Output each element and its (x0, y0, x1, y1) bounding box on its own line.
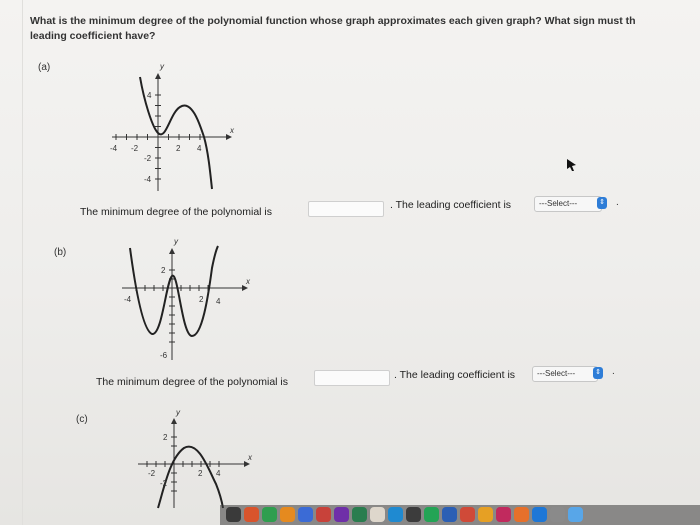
app-icon[interactable] (262, 507, 277, 522)
app-icon[interactable] (496, 507, 511, 522)
app-icon[interactable] (442, 507, 457, 522)
app-icon[interactable] (352, 507, 367, 522)
tick-label: 4 (216, 469, 221, 478)
app-icon[interactable] (388, 507, 403, 522)
app-icon[interactable] (280, 507, 295, 522)
app-icon[interactable] (334, 507, 349, 522)
app-icon[interactable] (406, 507, 421, 522)
tick-label: 2 (161, 266, 166, 275)
app-icon[interactable] (298, 507, 313, 522)
chevron-updown-icon[interactable]: ⇕ (593, 367, 603, 379)
tick-label: 4 (216, 297, 221, 306)
graph-c: y x 2 -2 2 4 -2 (128, 408, 268, 513)
worksheet: What is the minimum degree of the polyno… (0, 0, 700, 525)
app-icon[interactable] (316, 507, 331, 522)
part-a-sign-select[interactable]: ---Select--- (534, 196, 602, 212)
part-a-label: (a) (38, 62, 51, 73)
tick-label: 2 (199, 295, 204, 304)
question-line-1: What is the minimum degree of the polyno… (30, 15, 636, 27)
mouse-cursor-icon (566, 158, 578, 177)
margin-rule (22, 0, 23, 525)
dock-bar (220, 505, 700, 525)
y-axis-label: y (159, 62, 165, 71)
app-icon[interactable] (532, 507, 547, 522)
tick-label: 4 (197, 144, 202, 153)
app-icon[interactable] (424, 507, 439, 522)
x-axis-label: x (229, 126, 235, 135)
tick-label: 2 (176, 144, 181, 153)
x-axis-label: x (245, 277, 251, 286)
part-b-coef-text: . The leading coefficient is (394, 369, 516, 381)
part-b-sign-select[interactable]: ---Select--- (532, 366, 598, 382)
app-icon[interactable] (514, 507, 529, 522)
tick-label: -2 (148, 469, 156, 478)
part-b-period: . (612, 366, 615, 377)
tick-label: -6 (160, 351, 168, 360)
app-icon[interactable] (226, 507, 241, 522)
tick-label: 4 (147, 91, 152, 100)
app-icon[interactable] (460, 507, 475, 522)
tick-label: -2 (144, 154, 152, 163)
part-b-degree-input[interactable] (314, 370, 390, 386)
part-a-prompt: The minimum degree of the polynomial is (80, 206, 273, 218)
tick-label: -2 (160, 479, 168, 488)
app-icon[interactable] (568, 507, 583, 522)
part-c-label: (c) (76, 414, 88, 425)
tick-label: -4 (124, 295, 132, 304)
y-axis-label: y (173, 237, 179, 246)
app-icon[interactable] (550, 507, 565, 522)
tick-label: -4 (110, 144, 118, 153)
y-axis-label: y (175, 408, 181, 417)
tick-label: 2 (198, 469, 203, 478)
tick-label: -4 (144, 175, 152, 184)
app-icon[interactable] (370, 507, 385, 522)
graph-b: y x -4 2 4 2 -6 (108, 237, 258, 368)
app-icon[interactable] (478, 507, 493, 522)
part-b-prompt: The minimum degree of the polynomial is (96, 376, 289, 388)
part-a-period: . (616, 197, 619, 208)
x-axis-label: x (247, 453, 253, 462)
graph-a: y x -4 -2 2 4 4 -2 -4 (100, 55, 260, 200)
part-a-coef-text: . The leading coefficient is (390, 199, 512, 211)
question-line-2: leading coefficient have? (30, 30, 156, 42)
chevron-updown-icon[interactable]: ⇕ (597, 197, 607, 209)
tick-label: -2 (131, 144, 139, 153)
question-text: What is the minimum degree of the polyno… (30, 14, 700, 44)
app-icon[interactable] (244, 507, 259, 522)
tick-label: 2 (163, 433, 168, 442)
part-a-degree-input[interactable] (308, 201, 384, 217)
part-b-label: (b) (54, 247, 67, 258)
